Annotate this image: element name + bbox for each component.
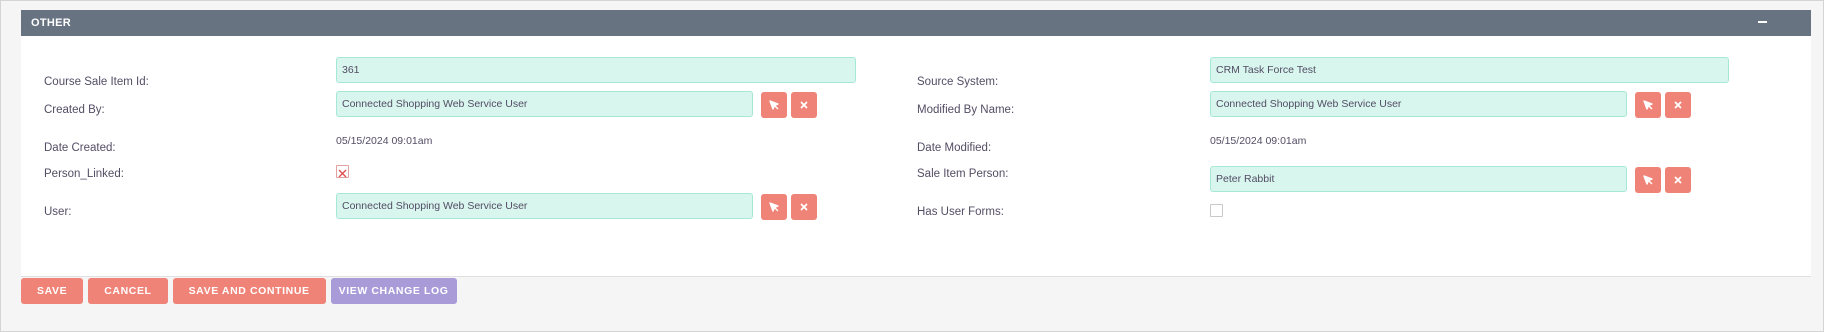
- date-modified-label: Date Modified:: [917, 142, 992, 154]
- checked-x-icon: [338, 169, 347, 178]
- cursor-arrow-icon: [769, 202, 779, 212]
- close-icon: [1674, 101, 1682, 109]
- date-created-label: Date Created:: [44, 142, 116, 154]
- clear-user-button[interactable]: [791, 194, 817, 220]
- person-linked-label: Person_Linked:: [44, 168, 124, 180]
- cancel-button[interactable]: CANCEL: [88, 278, 168, 304]
- save-and-continue-button[interactable]: SAVE AND CONTINUE: [172, 278, 326, 304]
- user-label: User:: [44, 206, 72, 218]
- clear-sale-item-person-button[interactable]: [1665, 167, 1691, 193]
- created-by-field[interactable]: Connected Shopping Web Service User: [336, 91, 753, 117]
- sale-item-person-label: Sale Item Person:: [917, 168, 1009, 180]
- save-button[interactable]: SAVE: [21, 278, 84, 304]
- course-sale-item-id-label: Course Sale Item Id:: [44, 76, 149, 88]
- action-bar: SAVE CANCEL SAVE AND CONTINUE VIEW CHANG…: [21, 278, 457, 304]
- panel-body: Course Sale Item Id: 361 Created By: Con…: [21, 36, 1811, 277]
- select-sale-item-person-button[interactable]: [1635, 167, 1661, 193]
- close-icon: [800, 101, 808, 109]
- panel-header[interactable]: OTHER: [21, 10, 1811, 36]
- edit-view-frame: OTHER Course Sale Item Id: 361 Created B…: [0, 0, 1824, 332]
- has-user-forms-checkbox[interactable]: [1210, 204, 1223, 217]
- source-system-label: Source System:: [917, 76, 999, 88]
- clear-created-by-button[interactable]: [791, 92, 817, 118]
- close-icon: [1674, 176, 1682, 184]
- select-created-by-button[interactable]: [761, 92, 787, 118]
- view-change-log-button[interactable]: VIEW CHANGE LOG: [330, 278, 457, 304]
- modified-by-name-field[interactable]: Connected Shopping Web Service User: [1210, 91, 1627, 117]
- user-field[interactable]: Connected Shopping Web Service User: [336, 193, 753, 219]
- cursor-arrow-icon: [769, 100, 779, 110]
- close-icon: [800, 203, 808, 211]
- select-modified-by-button[interactable]: [1635, 92, 1661, 118]
- select-user-button[interactable]: [761, 194, 787, 220]
- minus-icon[interactable]: [1755, 15, 1769, 29]
- panel-title: OTHER: [31, 17, 71, 29]
- date-modified-value: 05/15/2024 09:01am: [1210, 135, 1307, 147]
- course-sale-item-id-field[interactable]: 361: [336, 57, 856, 83]
- has-user-forms-label: Has User Forms:: [917, 206, 1004, 218]
- cursor-arrow-icon: [1643, 100, 1653, 110]
- source-system-field[interactable]: CRM Task Force Test: [1210, 57, 1729, 83]
- person-linked-checkbox[interactable]: [336, 165, 349, 178]
- cursor-arrow-icon: [1643, 175, 1653, 185]
- sale-item-person-field[interactable]: Peter Rabbit: [1210, 166, 1627, 192]
- created-by-label: Created By:: [44, 104, 105, 116]
- modified-by-name-label: Modified By Name:: [917, 104, 1015, 116]
- date-created-value: 05/15/2024 09:01am: [336, 135, 433, 147]
- clear-modified-by-button[interactable]: [1665, 92, 1691, 118]
- other-panel: OTHER Course Sale Item Id: 361 Created B…: [21, 10, 1811, 277]
